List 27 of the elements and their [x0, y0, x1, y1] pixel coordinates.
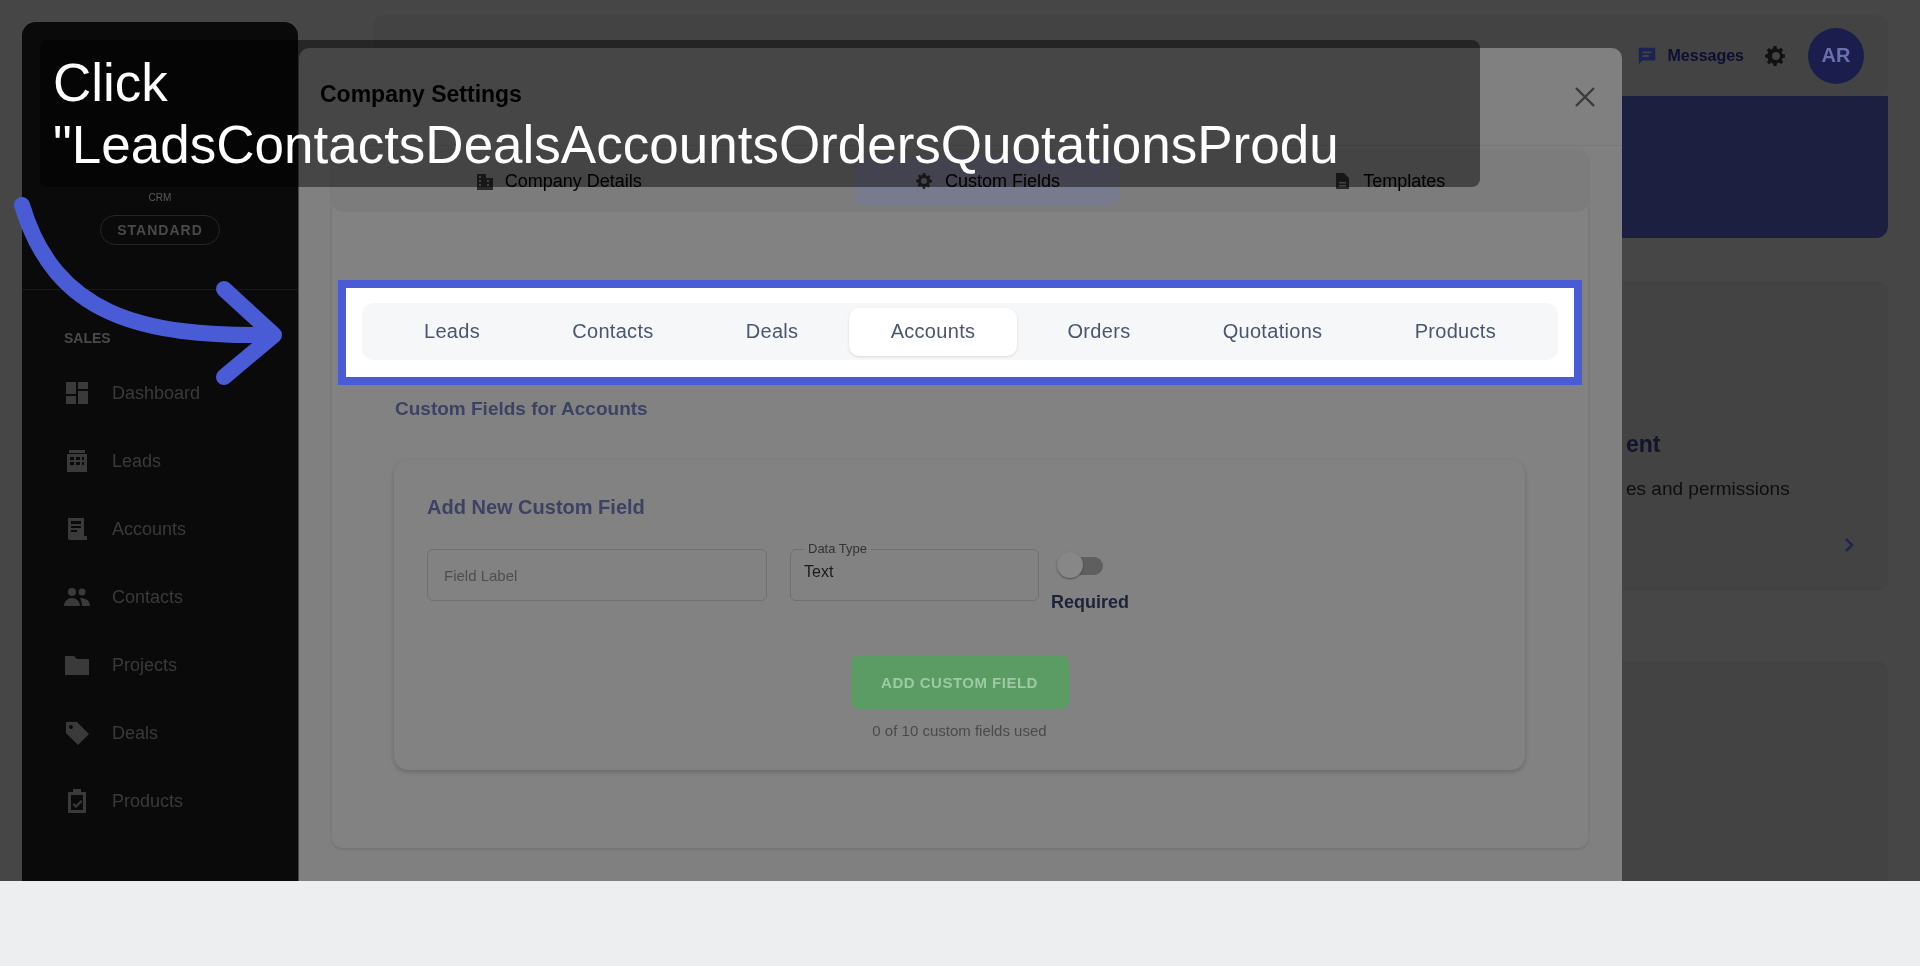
table-icon	[64, 448, 90, 474]
required-label: Required	[1051, 592, 1129, 613]
document-icon	[1333, 172, 1352, 190]
add-field-button[interactable]: ADD CUSTOM FIELD	[850, 655, 1069, 709]
data-type-select[interactable]: Data Type Text	[790, 541, 1039, 601]
section-label: SALES	[64, 330, 112, 346]
entity-tab[interactable]: Products	[1372, 307, 1538, 356]
entity-tab[interactable]: Leads	[382, 307, 522, 356]
close-icon[interactable]	[1574, 85, 1596, 108]
dialog-title: Company Settings	[320, 81, 522, 108]
gear-icon	[915, 172, 933, 190]
tag-icon	[64, 720, 90, 746]
entity-tab[interactable]: Contacts	[530, 307, 696, 356]
usage-text: 0 of 10 custom fields used	[872, 722, 1047, 739]
form-title: Add New Custom Field	[427, 496, 646, 519]
messages-link[interactable]: Messages	[1635, 44, 1744, 67]
brand-subtitle: CRM	[148, 192, 172, 203]
required-toggle[interactable]	[1057, 552, 1105, 578]
entity-tab[interactable]: Deals	[703, 307, 841, 356]
dashboard-icon	[64, 380, 90, 406]
entity-tab[interactable]: Quotations	[1180, 307, 1365, 356]
building-icon	[474, 172, 493, 190]
user-avatar[interactable]: AR	[1808, 27, 1864, 84]
section-title: Custom Fields for Accounts	[395, 398, 649, 420]
settings-icon[interactable]	[1764, 43, 1788, 68]
entity-tab[interactable]: Accounts	[848, 307, 1018, 356]
entity-tab[interactable]: Orders	[1025, 307, 1173, 356]
